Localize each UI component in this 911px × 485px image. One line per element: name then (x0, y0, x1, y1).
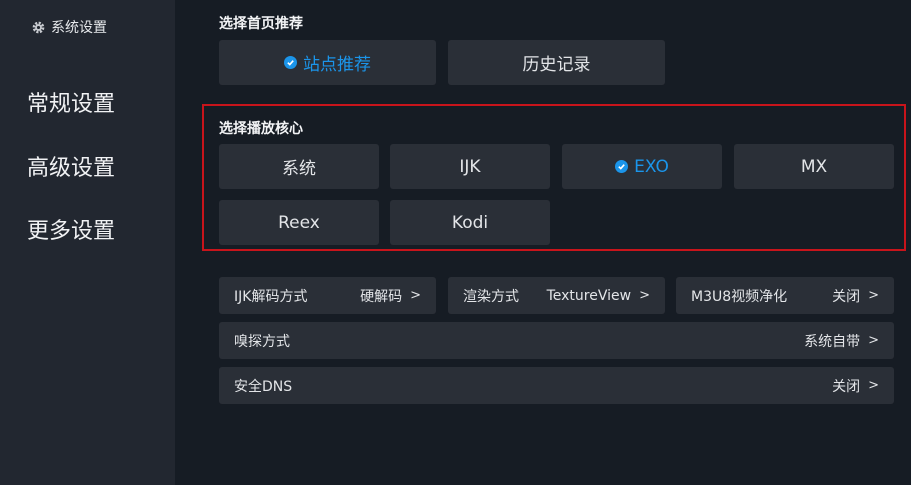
setting-sniff[interactable]: 嗅探方式 系统自带 > (219, 322, 894, 359)
sidebar: 系统设置 常规设置 高级设置 更多设置 (0, 0, 175, 485)
setting-value: 关闭 (832, 378, 861, 395)
sidebar-item-general[interactable]: 常规设置 (27, 86, 115, 118)
settings-panel: 选择首页推荐 站点推荐 历史记录 选择播放核心 系统 IJK EXO MX Re… (175, 0, 911, 485)
core-option-ijk[interactable]: IJK (390, 144, 550, 189)
option-label: MX (800, 156, 828, 177)
sidebar-item-advanced[interactable]: 高级设置 (27, 150, 115, 182)
option-label: IJK (459, 156, 481, 177)
option-label: 站点推荐 (303, 55, 371, 75)
core-option-kodi[interactable]: Kodi (390, 200, 550, 245)
chevron-right-icon: > (868, 333, 879, 348)
setting-secure-dns[interactable]: 安全DNS 关闭 > (219, 367, 894, 404)
setting-label: IJK解码方式 (234, 288, 308, 305)
option-label: EXO (634, 156, 669, 177)
check-icon (615, 160, 629, 173)
core-option-system[interactable]: 系统 (219, 144, 379, 189)
setting-label: 渲染方式 (463, 288, 519, 305)
chevron-right-icon: > (868, 378, 879, 393)
chevron-right-icon: > (868, 288, 879, 303)
gear-icon (32, 21, 45, 33)
core-option-reex[interactable]: Reex (219, 200, 379, 245)
app-title: 系统设置 (32, 17, 107, 37)
chevron-right-icon: > (410, 288, 421, 303)
home-recommend-title: 选择首页推荐 (219, 16, 303, 32)
home-option-site-recommend[interactable]: 站点推荐 (219, 40, 436, 85)
sidebar-item-more[interactable]: 更多设置 (27, 213, 115, 245)
setting-value: 系统自带 (804, 333, 861, 350)
option-label: Reex (278, 212, 320, 233)
player-core-title: 选择播放核心 (219, 121, 303, 137)
check-icon (284, 56, 297, 69)
setting-value: TextureView (546, 287, 632, 304)
setting-value: 关闭 (832, 288, 861, 305)
option-label: Kodi (451, 212, 489, 233)
option-label: 历史记录 (522, 55, 591, 75)
setting-label: 嗅探方式 (234, 333, 290, 350)
setting-label: M3U8视频净化 (691, 288, 788, 305)
setting-ijk-decode[interactable]: IJK解码方式 硬解码 > (219, 277, 436, 314)
home-option-history[interactable]: 历史记录 (448, 40, 665, 85)
setting-render[interactable]: 渲染方式 TextureView > (448, 277, 665, 314)
core-option-exo[interactable]: EXO (562, 144, 722, 189)
option-label: 系统 (282, 159, 316, 179)
app-title-label: 系统设置 (51, 20, 107, 36)
chevron-right-icon: > (639, 288, 650, 303)
setting-m3u8-clean[interactable]: M3U8视频净化 关闭 > (676, 277, 894, 314)
core-option-mx[interactable]: MX (734, 144, 894, 189)
setting-value: 硬解码 (360, 288, 403, 305)
setting-label: 安全DNS (234, 378, 293, 395)
